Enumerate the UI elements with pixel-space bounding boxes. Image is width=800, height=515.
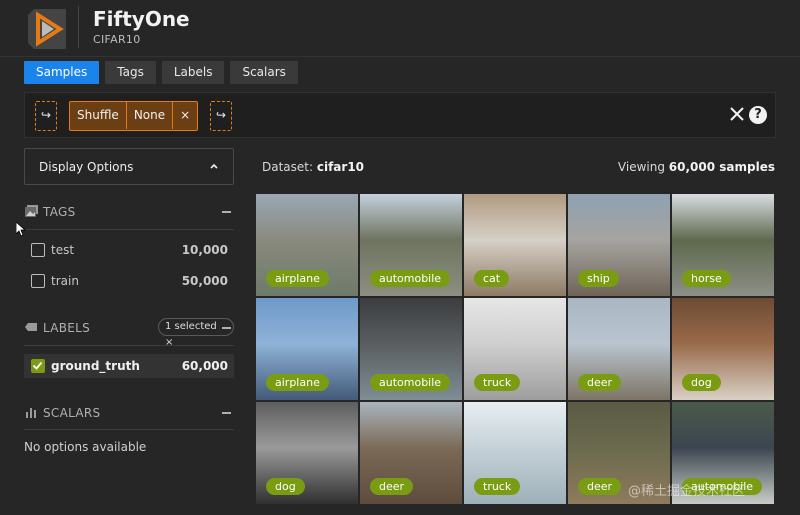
sample-tile[interactable]: deer <box>360 402 462 504</box>
label-row-ground-truth[interactable]: ground_truth 60,000 <box>24 354 234 378</box>
sample-tile[interactable]: ship <box>568 194 670 296</box>
tab-samples[interactable]: Samples <box>24 61 100 84</box>
checkmark-icon <box>32 361 43 370</box>
label-count: 60,000 <box>181 359 228 373</box>
tab-tags[interactable]: Tags <box>105 61 156 84</box>
ground-truth-label-badge: deer <box>578 478 622 495</box>
tab-labels[interactable]: Labels <box>161 61 225 84</box>
tags-heading: TAGS <box>43 205 76 219</box>
ground-truth-label-badge: deer <box>578 374 622 391</box>
tag-count: 50,000 <box>181 274 228 288</box>
sample-tile[interactable]: cat <box>464 194 566 296</box>
watermark: @稀土掘金技术社区 <box>628 484 746 499</box>
dataset-subtitle: CIFAR10 <box>93 33 141 46</box>
dataset-prefix: Dataset: <box>262 160 317 174</box>
scalars-empty-text: No options available <box>24 440 147 454</box>
image-icon <box>25 205 38 217</box>
collapse-labels-button[interactable] <box>222 327 231 329</box>
view-tabs: Samples Tags Labels Scalars <box>24 61 298 84</box>
divider <box>24 429 234 430</box>
display-options-button[interactable]: Display Options <box>24 148 234 185</box>
clear-view-close-icon[interactable] <box>728 105 746 123</box>
mouse-pointer-icon <box>16 222 26 237</box>
label-tag-icon <box>25 323 37 331</box>
collapse-scalars-button[interactable] <box>222 412 231 414</box>
sample-tile[interactable]: automobile <box>360 298 462 400</box>
tag-name: train <box>51 274 79 288</box>
stage-param[interactable]: None <box>127 102 174 129</box>
divider <box>24 345 234 346</box>
ground-truth-label-badge: truck <box>474 478 521 495</box>
divider <box>24 229 234 230</box>
sample-tile[interactable]: truck <box>464 298 566 400</box>
arrow-right-icon: ↪ <box>215 108 227 122</box>
sample-tile[interactable]: airplane <box>256 298 358 400</box>
ground-truth-label-badge: ship <box>578 270 619 287</box>
dataset-label: Dataset: cifar10 <box>262 160 364 174</box>
ground-truth-label-badge: dog <box>266 478 305 495</box>
ground-truth-label-badge: truck <box>474 374 521 391</box>
ground-truth-label-badge: cat <box>474 270 510 287</box>
view-bar: ↪ Shuffle None × ↪ ? <box>24 92 776 138</box>
help-icon[interactable]: ? <box>749 106 767 124</box>
sample-tile[interactable]: dog <box>672 298 774 400</box>
header-divider <box>78 6 79 48</box>
sample-tile[interactable]: dog <box>256 402 358 504</box>
labels-heading: LABELS <box>43 321 91 335</box>
tag-row-train[interactable]: train 50,000 <box>24 269 234 293</box>
tag-row-test[interactable]: test 10,000 <box>24 238 234 262</box>
ground-truth-label-badge: deer <box>370 478 414 495</box>
ground-truth-label-badge: automobile <box>370 270 451 287</box>
tag-name: test <box>51 243 75 257</box>
ground-truth-label-badge: dog <box>682 374 721 391</box>
ground-truth-label-badge: airplane <box>266 374 329 391</box>
viewing-prefix: Viewing <box>617 160 669 174</box>
display-options-label: Display Options <box>39 160 134 174</box>
ground-truth-label-badge: airplane <box>266 270 329 287</box>
stage-remove-button[interactable]: × <box>173 102 197 129</box>
app-header: FiftyOne CIFAR10 <box>0 0 800 57</box>
arrow-right-icon: ↪ <box>40 108 52 122</box>
collapse-tags-button[interactable] <box>222 211 231 213</box>
ground-truth-label-badge: automobile <box>370 374 451 391</box>
viewing-samples: 60,000 samples <box>668 160 775 174</box>
tags-section-header: TAGS <box>24 201 234 223</box>
sample-tile[interactable]: horse <box>672 194 774 296</box>
sample-tile[interactable]: airplane <box>256 194 358 296</box>
viewing-count: Viewing 60,000 samples <box>618 160 775 174</box>
label-name: ground_truth <box>51 359 140 373</box>
view-stage-shuffle: Shuffle None × <box>69 101 199 131</box>
tag-count: 10,000 <box>181 243 228 257</box>
stage-name[interactable]: Shuffle <box>70 102 127 129</box>
sample-tile[interactable]: automobile <box>360 194 462 296</box>
scalars-heading: SCALARS <box>43 406 101 420</box>
checkbox[interactable] <box>31 243 45 257</box>
checkbox-checked[interactable] <box>31 359 45 373</box>
add-stage-left-button[interactable]: ↪ <box>35 101 57 131</box>
sample-tile[interactable]: deer <box>568 298 670 400</box>
dataset-name: cifar10 <box>316 160 365 174</box>
chevron-up-icon <box>210 163 218 169</box>
sample-tile[interactable]: truck <box>464 402 566 504</box>
add-stage-right-button[interactable]: ↪ <box>210 101 232 131</box>
checkbox[interactable] <box>31 274 45 288</box>
app-title: FiftyOne <box>93 7 190 31</box>
labels-section-header: LABELS 1 selected × <box>24 317 234 348</box>
fiftyone-logo-icon <box>28 9 66 49</box>
ground-truth-label-badge: horse <box>682 270 731 287</box>
samples-grid: airplane automobile cat ship horse airplane au… <box>256 194 774 515</box>
bar-chart-icon <box>26 408 36 418</box>
tab-scalars[interactable]: Scalars <box>230 61 298 84</box>
scalars-section-header: SCALARS <box>24 402 234 424</box>
